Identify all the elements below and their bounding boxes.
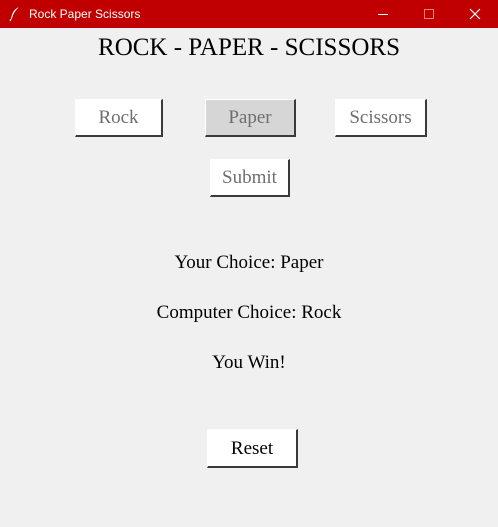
submit-button[interactable]: Submit [210,159,290,197]
title-bar: Rock Paper Scissors [0,0,498,28]
window-title: Rock Paper Scissors [29,7,141,21]
maximize-button[interactable] [406,0,452,28]
paper-button[interactable]: Paper [205,99,296,137]
game-heading: ROCK - PAPER - SCISSORS [98,34,400,61]
scissors-button[interactable]: Scissors [335,99,427,137]
rock-button[interactable]: Rock [75,99,163,137]
maximize-icon [424,9,434,19]
minimize-icon [378,14,388,15]
feather-icon [8,6,22,22]
reset-button[interactable]: Reset [207,429,298,468]
result-label: You Win! [212,352,286,373]
close-button[interactable] [452,0,498,28]
close-icon [469,8,481,20]
your-choice-label: Your Choice: Paper [174,252,324,273]
computer-choice-label: Computer Choice: Rock [156,302,342,323]
minimize-button[interactable] [360,0,406,28]
